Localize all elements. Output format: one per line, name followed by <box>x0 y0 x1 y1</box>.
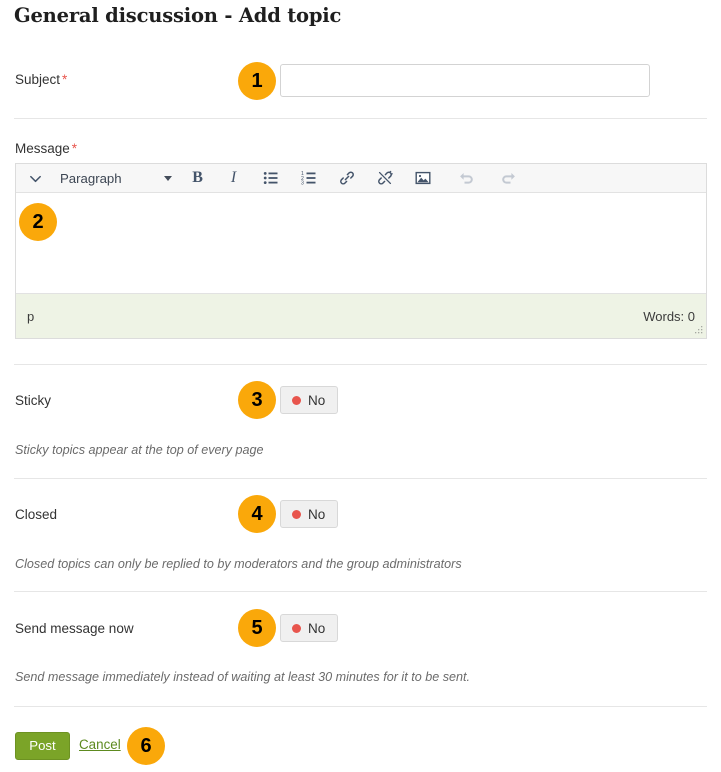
sticky-toggle-value: No <box>308 392 326 408</box>
subject-required-marker: * <box>62 72 68 87</box>
send-message-now-help-text: Send message immediately instead of wait… <box>15 670 471 684</box>
send-message-now-toggle-value: No <box>308 620 326 636</box>
sticky-help-text: Sticky topics appear at the top of every… <box>15 443 264 457</box>
closed-label-text: Closed <box>15 507 58 522</box>
separator-before-actions <box>14 706 707 707</box>
format-dropdown-label: Paragraph <box>60 170 122 186</box>
undo-icon[interactable] <box>448 165 488 192</box>
chevron-down-icon[interactable] <box>20 165 50 192</box>
image-icon[interactable] <box>404 165 442 192</box>
subject-label-text: Subject <box>15 72 61 87</box>
step-badge-4: 4 <box>238 495 276 533</box>
step-badge-1: 1 <box>238 62 276 100</box>
page-title: General discussion - Add topic <box>14 4 342 27</box>
send-message-now-toggle[interactable]: No <box>280 614 339 642</box>
bold-icon[interactable]: B <box>180 165 216 192</box>
send-message-now-label: Send message now <box>15 621 134 636</box>
step-badge-5: 5 <box>238 609 276 647</box>
sticky-label-text: Sticky <box>15 393 52 408</box>
editor-statusbar: p Words: 0 <box>16 294 706 338</box>
rich-text-editor: Paragraph B I 1 2 3 p Words: 0 <box>15 163 707 339</box>
link-icon[interactable] <box>328 165 366 192</box>
editor-toolbar: Paragraph B I 1 2 3 <box>16 164 706 193</box>
closed-toggle-value: No <box>308 506 326 522</box>
resize-grip-icon[interactable] <box>694 326 703 335</box>
separator-after-title <box>14 118 707 119</box>
message-required-marker: * <box>71 141 78 156</box>
italic-icon-glyph: I <box>230 169 237 186</box>
message-label: Message * <box>15 141 77 156</box>
step-badge-2: 2 <box>19 203 57 241</box>
status-dot-icon <box>292 623 301 633</box>
closed-toggle[interactable]: No <box>280 500 339 528</box>
editor-word-count: Words: 0 <box>643 308 695 324</box>
bullet-list-icon[interactable] <box>252 165 290 192</box>
cancel-link[interactable]: Cancel <box>79 737 121 752</box>
message-label-text: Message <box>15 141 70 156</box>
bold-icon-glyph: B <box>192 169 203 186</box>
add-topic-form-page: General discussion - Add topic Subject * … <box>0 0 721 772</box>
message-editor-body[interactable] <box>16 193 706 294</box>
subject-label: Subject * <box>15 72 67 87</box>
send-message-now-label-text: Send message now <box>15 621 134 636</box>
closed-label: Closed <box>15 507 57 522</box>
closed-help-text: Closed topics can only be replied to by … <box>15 557 462 571</box>
status-dot-icon <box>292 509 301 519</box>
unlink-icon[interactable] <box>366 165 404 192</box>
separator-after-closed <box>14 591 707 592</box>
step-badge-3: 3 <box>238 381 276 419</box>
redo-icon[interactable] <box>488 165 528 192</box>
svg-text:3: 3 <box>301 181 304 186</box>
status-dot-icon <box>292 395 301 405</box>
chevron-down-small-icon <box>163 175 172 181</box>
separator-after-sticky <box>14 478 707 479</box>
step-badge-6: 6 <box>127 727 165 765</box>
numbered-list-icon[interactable]: 1 2 3 <box>290 165 328 192</box>
format-dropdown[interactable]: Paragraph <box>50 165 178 192</box>
subject-input[interactable] <box>280 64 650 97</box>
post-button[interactable]: Post <box>15 732 70 760</box>
sticky-label: Sticky <box>15 393 51 408</box>
sticky-toggle[interactable]: No <box>280 386 339 414</box>
italic-icon[interactable]: I <box>216 165 252 192</box>
separator-after-message <box>14 364 707 365</box>
editor-element-path: p <box>27 308 35 324</box>
